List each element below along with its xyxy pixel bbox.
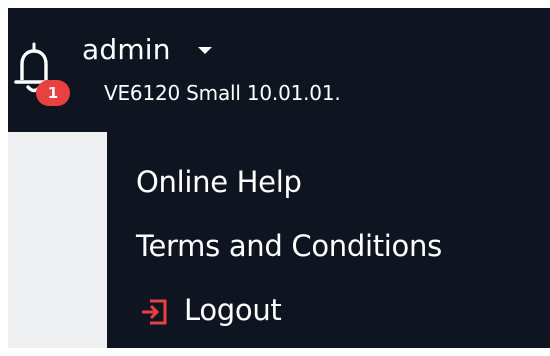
content-area-edge [8,132,107,348]
caret-down-icon[interactable] [198,47,212,54]
menu-item-terms-and-conditions[interactable]: Terms and Conditions [136,226,442,266]
notification-count-badge: 1 [36,80,70,106]
user-menu-toggle[interactable]: admin [82,30,171,70]
menu-item-logout[interactable]: Logout [184,290,282,330]
top-bar [8,8,550,132]
menu-item-online-help[interactable]: Online Help [136,162,302,202]
app-frame: 1 admin VE6120 Small 10.01.01. Online He… [0,0,550,356]
logout-icon[interactable] [140,298,170,326]
product-version: VE6120 Small 10.01.01. [104,81,341,105]
